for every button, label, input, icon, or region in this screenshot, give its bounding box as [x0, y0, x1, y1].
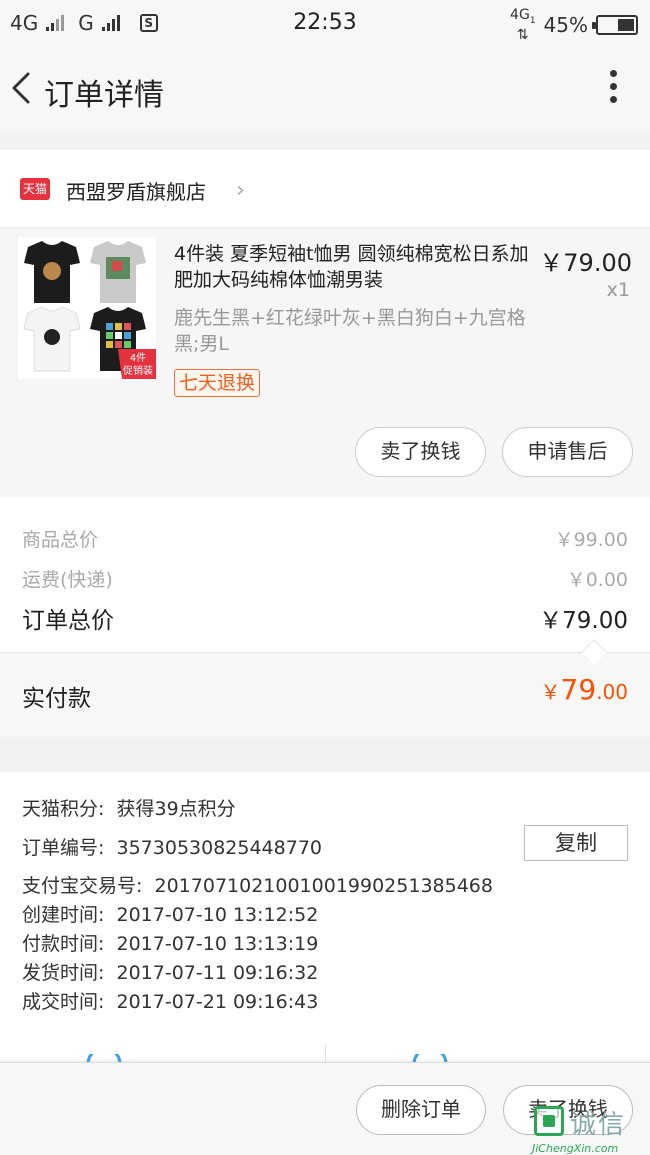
completed-time-row: 成交时间: 2017-07-21 09:16:43 — [22, 987, 318, 1014]
watermark: 诚信 JiChengXin.com — [530, 1100, 650, 1155]
page-title: 订单详情 — [44, 78, 164, 113]
order-number-value: 35730530825448770 — [116, 837, 323, 859]
order-number-label: 订单编号: — [22, 837, 105, 859]
battery-icon — [592, 14, 638, 35]
order-total-row: 订单总价 ￥79.00 — [22, 601, 628, 635]
goods-total-label: 商品总价 — [22, 529, 99, 551]
tshirt-image: 4件 促销装 — [23, 241, 156, 379]
goods-total-value: ￥99.00 — [554, 529, 628, 551]
paid-time-value: 2017-07-10 13:13:19 — [116, 933, 319, 955]
paid-amount-row: 实付款 ￥79.00 — [0, 653, 650, 737]
product-price: ￥79.00 — [539, 249, 632, 277]
created-time-row: 创建时间: 2017-07-10 13:12:52 — [22, 900, 318, 927]
order-total-value: ￥79.00 — [539, 608, 628, 634]
paid-label: 实付款 — [22, 686, 91, 712]
shipped-value: 2017-07-11 09:16:32 — [116, 962, 319, 984]
product-thumbnail[interactable]: 4件 促销装 — [18, 237, 156, 379]
after-sale-button[interactable]: 申请售后 — [502, 427, 633, 477]
order-number-row: 订单编号: 35730530825448770 — [22, 833, 322, 860]
points-value: 获得39点积分 — [116, 798, 236, 820]
paid-time-label: 付款时间: — [22, 933, 105, 955]
completed-label: 成交时间: — [22, 991, 105, 1013]
shipping-value: ￥0.00 — [566, 569, 628, 591]
tmall-badge-icon: 天猫 — [20, 178, 50, 200]
shop-name: 西盟罗盾旗舰店 — [66, 180, 206, 204]
alipay-row: 支付宝交易号: 2017071021001001990251385468 — [22, 871, 493, 898]
shipped-label: 发货时间: — [22, 962, 105, 984]
chevron-right-icon: › — [236, 178, 245, 203]
shipped-time-row: 发货时间: 2017-07-11 09:16:32 — [22, 958, 318, 985]
promo-tag-line1: 4件 — [130, 352, 146, 364]
status-right: 4G1 ⇅ 45% — [510, 8, 638, 42]
chevron-left-icon[interactable] — [8, 68, 38, 108]
promo-tag-line2: 促销装 — [123, 364, 153, 377]
created-label: 创建时间: — [22, 904, 105, 926]
product-card[interactable]: 4件 促销装 4件装 夏季短袖t恤男 圆领纯棉宽松日系加肥加大码纯棉体恤潮男装 … — [0, 229, 650, 497]
product-quantity: x1 — [606, 279, 630, 301]
return-policy-badge: 七天退换 — [174, 369, 261, 397]
status-bar: 4G G S 22:53 4G1 ⇅ 45% — [0, 0, 650, 46]
goods-total-row: 商品总价 ￥99.00 — [22, 525, 628, 552]
delete-order-button[interactable]: 删除订单 — [356, 1085, 486, 1135]
copy-button[interactable]: 复制 — [524, 825, 628, 861]
data-type-icon: 4G1 ⇅ — [510, 7, 536, 43]
shipping-row: 运费(快递) ￥0.00 — [22, 565, 628, 592]
watermark-url: JiChengXin.com — [532, 1142, 619, 1155]
nav-header: 订单详情 — [0, 46, 650, 132]
completed-value: 2017-07-21 09:16:43 — [116, 991, 319, 1013]
watermark-logo-icon — [534, 1106, 564, 1136]
battery-percent: 45% — [543, 12, 588, 37]
vertical-dots-icon[interactable] — [606, 70, 620, 110]
alipay-value: 2017071021001001990251385468 — [154, 875, 493, 897]
alipay-label: 支付宝交易号: — [22, 875, 143, 897]
points-row: 天猫积分: 获得39点积分 — [22, 794, 236, 821]
price-summary: 商品总价 ￥99.00 运费(快递) ￥0.00 订单总价 ￥79.00 实付款… — [0, 497, 650, 737]
order-info: 天猫积分: 获得39点积分 订单编号: 35730530825448770 复制… — [0, 772, 650, 1068]
shipping-label: 运费(快递) — [22, 569, 113, 591]
shop-row[interactable]: 天猫 西盟罗盾旗舰店 › — [0, 150, 650, 228]
divider — [0, 652, 650, 653]
created-value: 2017-07-10 13:12:52 — [116, 904, 319, 926]
paid-value: ￥79.00 — [540, 673, 628, 706]
points-label: 天猫积分: — [22, 798, 105, 820]
product-variant: 鹿先生黑+红花绿叶灰+黑白狗白+九宫格黑;男L — [174, 307, 526, 355]
product-title[interactable]: 4件装 夏季短袖t恤男 圆领纯棉宽松日系加肥加大码纯棉体恤潮男装 — [174, 241, 534, 293]
watermark-text: 诚信 — [570, 1110, 627, 1140]
order-total-label: 订单总价 — [22, 608, 114, 634]
paid-time-row: 付款时间: 2017-07-10 13:13:19 — [22, 929, 318, 956]
sell-for-cash-button[interactable]: 卖了换钱 — [355, 427, 486, 477]
